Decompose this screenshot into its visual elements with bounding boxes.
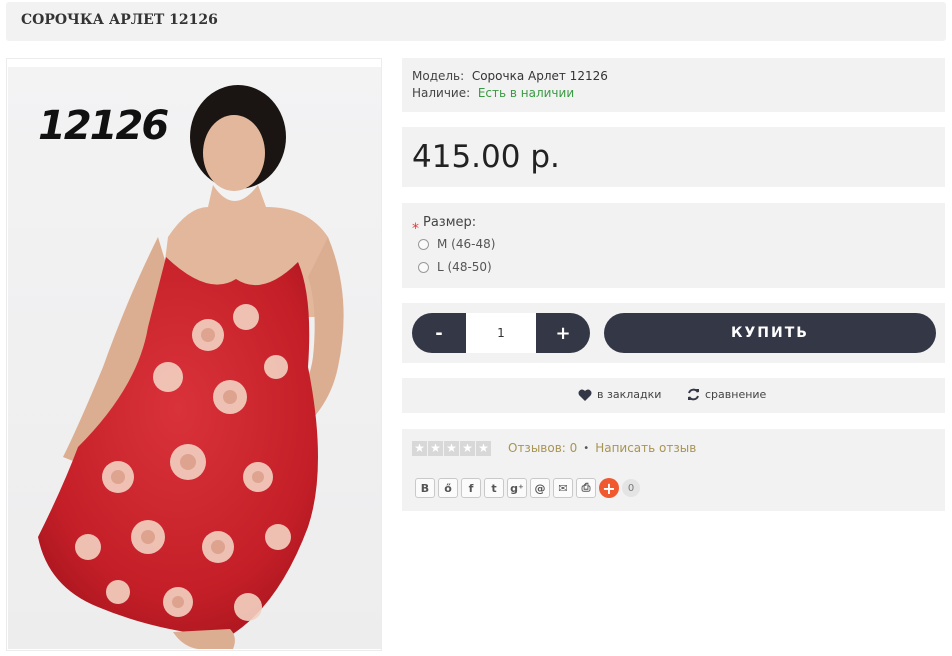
product-price: 415.00 р. (412, 139, 560, 175)
star-icon: ★ (460, 441, 475, 456)
add-to-wishlist-link[interactable]: в закладки (578, 388, 661, 401)
email-icon[interactable]: ✉ (553, 478, 573, 498)
vk-icon[interactable]: В (415, 478, 435, 498)
mail-ru-icon[interactable]: @ (530, 478, 550, 498)
review-share-panel: ★ ★ ★ ★ ★ Отзывов: 0 • Написать отзыв В … (402, 429, 945, 511)
quantity-input[interactable] (466, 313, 536, 353)
size-option-m[interactable]: M (46-48) (418, 237, 495, 251)
size-option-panel: * Размер: M (46-48) L (48-50) (402, 203, 945, 288)
wishlist-label: в закладки (597, 388, 662, 401)
stock-status: Есть в наличии (477, 86, 575, 100)
rating-stars: ★ ★ ★ ★ ★ (412, 441, 492, 456)
quantity-stepper[interactable]: - + (412, 313, 590, 353)
stock-row: Наличие: Есть в наличии (412, 85, 935, 102)
product-photo-illustration (38, 85, 344, 649)
heart-icon (578, 389, 592, 401)
size-radio-m[interactable] (418, 238, 429, 250)
price-panel: 415.00 р. (402, 127, 945, 187)
review-links: Отзывов: 0 • Написать отзыв (508, 441, 696, 455)
compare-label: сравнение (705, 388, 767, 401)
product-title-bar: СОРОЧКА АРЛЕТ 12126 (6, 2, 946, 41)
review-separator: • (583, 442, 590, 454)
twitter-icon[interactable]: t (484, 478, 504, 498)
quantity-decrease-button[interactable]: - (412, 313, 466, 353)
write-review-link[interactable]: Написать отзыв (595, 441, 696, 455)
share-count-badge: 0 (622, 479, 640, 497)
star-icon: ★ (428, 441, 443, 456)
add-to-compare-link[interactable]: сравнение (687, 388, 766, 401)
product-image-box[interactable]: 12126 (6, 58, 382, 651)
add-to-cart-panel: - + КУПИТЬ (402, 303, 945, 363)
buy-button[interactable]: КУПИТЬ (604, 313, 936, 353)
facebook-icon[interactable]: f (461, 478, 481, 498)
star-icon: ★ (412, 441, 427, 456)
print-icon[interactable]: ⎙ (576, 478, 596, 498)
required-mark: * (412, 221, 419, 237)
size-option-label: L (48-50) (437, 260, 492, 274)
size-option-l[interactable]: L (48-50) (418, 260, 492, 274)
star-icon: ★ (476, 441, 491, 456)
refresh-icon (688, 388, 699, 401)
size-option-label: M (46-48) (437, 237, 496, 251)
quantity-increase-button[interactable]: + (536, 313, 590, 353)
reviews-count-link[interactable]: Отзывов: 0 (508, 441, 577, 455)
stock-label: Наличие: (412, 86, 471, 100)
image-article-number: 12126 (38, 103, 169, 149)
size-radio-l[interactable] (418, 261, 429, 273)
size-label: Размер: (423, 215, 477, 230)
page-title: СОРОЧКА АРЛЕТ 12126 (21, 12, 218, 28)
wishlist-compare-panel: в закладки сравнение (402, 378, 945, 413)
model-row: Модель: Сорочка Арлет 12126 (412, 68, 935, 85)
share-more-icon[interactable]: + (599, 478, 619, 498)
share-buttons: В ő f t g⁺ @ ✉ ⎙ + 0 (415, 478, 640, 498)
odnoklassniki-icon[interactable]: ő (438, 478, 458, 498)
product-photo[interactable]: 12126 (8, 67, 381, 649)
product-info-panel: Модель: Сорочка Арлет 12126 Наличие: Ест… (402, 58, 945, 112)
model-value: Сорочка Арлет 12126 (471, 69, 608, 83)
star-icon: ★ (444, 441, 459, 456)
model-label: Модель: (412, 69, 465, 83)
google-plus-icon[interactable]: g⁺ (507, 478, 527, 498)
